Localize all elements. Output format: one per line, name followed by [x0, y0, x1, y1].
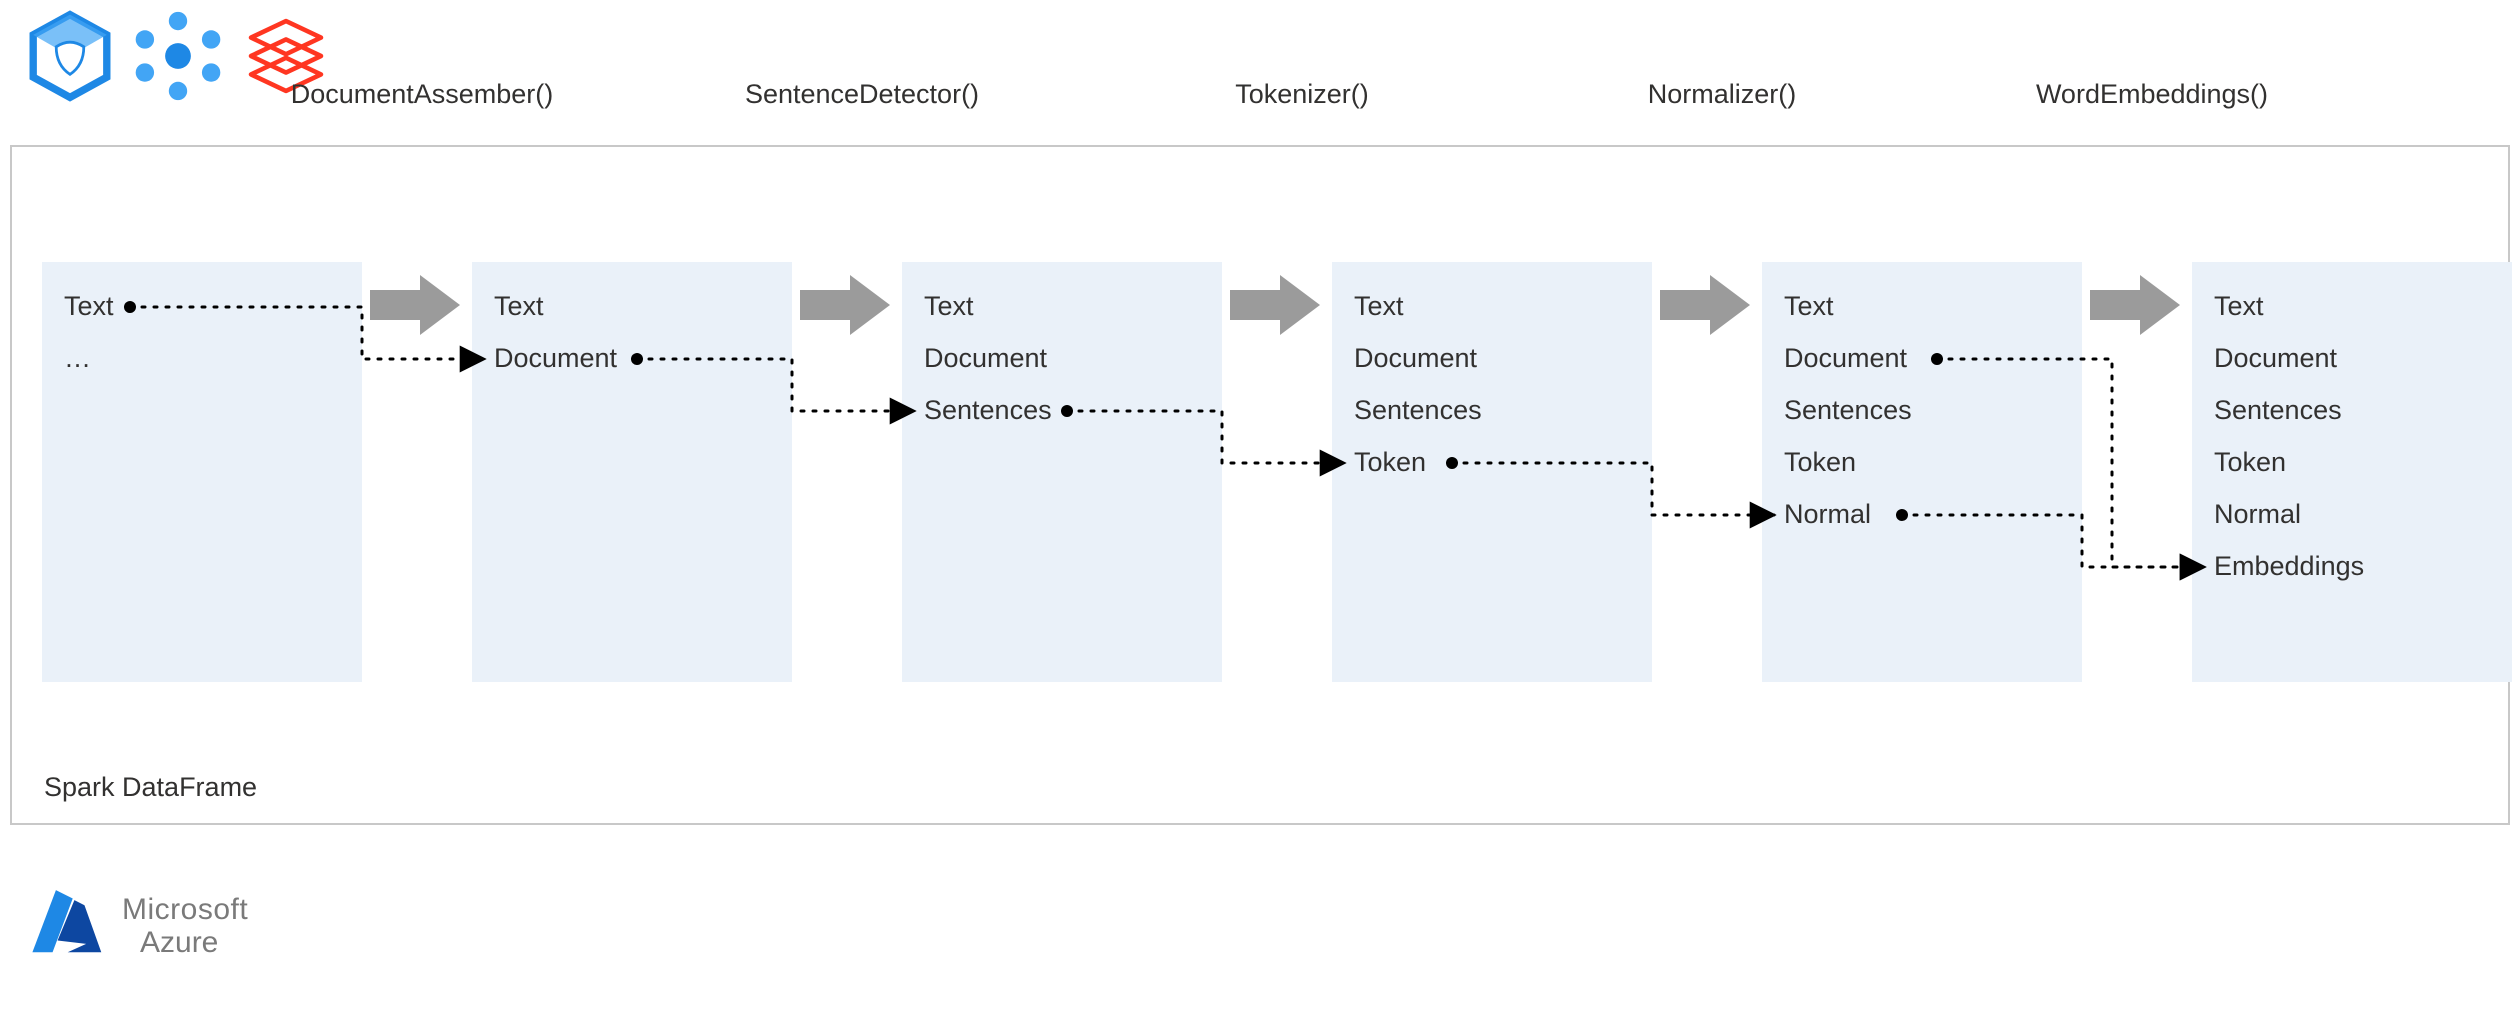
- stage-label-tokenizer: Tokenizer(): [1102, 79, 1502, 110]
- arrow-icon: [2090, 275, 2180, 335]
- column-document: Document: [2214, 332, 2490, 384]
- column-token: Token: [1784, 436, 2060, 488]
- column-token: Token: [2214, 436, 2490, 488]
- stage-word-embeddings: Text Document Sentences Token Normal Emb…: [2192, 262, 2512, 682]
- column-normal: Normal: [1784, 488, 2060, 540]
- stage-document-assembler: Text Document: [472, 262, 792, 682]
- frame-label: Spark DataFrame: [44, 772, 257, 803]
- column-text: Text: [1354, 280, 1630, 332]
- microsoft-azure-logo: Microsoft Azure: [24, 880, 248, 971]
- column-sentences: Sentences: [1354, 384, 1630, 436]
- column-text: Text: [1784, 280, 2060, 332]
- stage-label-sentence-detector: SentenceDetector(): [652, 79, 1072, 110]
- stage-sentence-detector: Text Document Sentences: [902, 262, 1222, 682]
- stage-normalizer: Text Document Sentences Token Normal: [1762, 262, 2082, 682]
- logo-text-line2: Azure: [122, 926, 248, 959]
- arrow-icon: [800, 275, 890, 335]
- column-document: Document: [1354, 332, 1630, 384]
- column-sentences: Sentences: [924, 384, 1200, 436]
- dotted-connectors: [12, 147, 2512, 827]
- logo-text-line1: Microsoft: [122, 893, 248, 926]
- column-document: Document: [494, 332, 770, 384]
- arrow-icon: [1230, 275, 1320, 335]
- azure-synapse-icon: [24, 10, 116, 102]
- column-sentences: Sentences: [1784, 384, 2060, 436]
- azure-logo-icon: [24, 880, 108, 971]
- column-text: Text: [924, 280, 1200, 332]
- column-document: Document: [1784, 332, 2060, 384]
- stage-tokenizer: Text Document Sentences Token: [1332, 262, 1652, 682]
- stage-label-normalizer: Normalizer(): [1522, 79, 1922, 110]
- column-normal: Normal: [2214, 488, 2490, 540]
- stage-label-document-assembler: DocumentAssember(): [212, 79, 632, 110]
- column-token: Token: [1354, 436, 1630, 488]
- stage-label-word-embeddings: WordEmbeddings(): [1932, 79, 2372, 110]
- arrow-icon: [370, 275, 460, 335]
- column-text: Text: [494, 280, 770, 332]
- stage-input: Text …: [42, 262, 362, 682]
- pipeline-frame: Spark DataFrame Text … DocumentAssember(…: [10, 145, 2510, 825]
- column-text: Text: [64, 280, 340, 332]
- column-ellipsis: …: [64, 332, 340, 384]
- column-document: Document: [924, 332, 1200, 384]
- arrow-icon: [1660, 275, 1750, 335]
- column-text: Text: [2214, 280, 2490, 332]
- column-sentences: Sentences: [2214, 384, 2490, 436]
- column-embeddings: Embeddings: [2214, 540, 2490, 592]
- azure-hdinsight-icon: [132, 10, 224, 102]
